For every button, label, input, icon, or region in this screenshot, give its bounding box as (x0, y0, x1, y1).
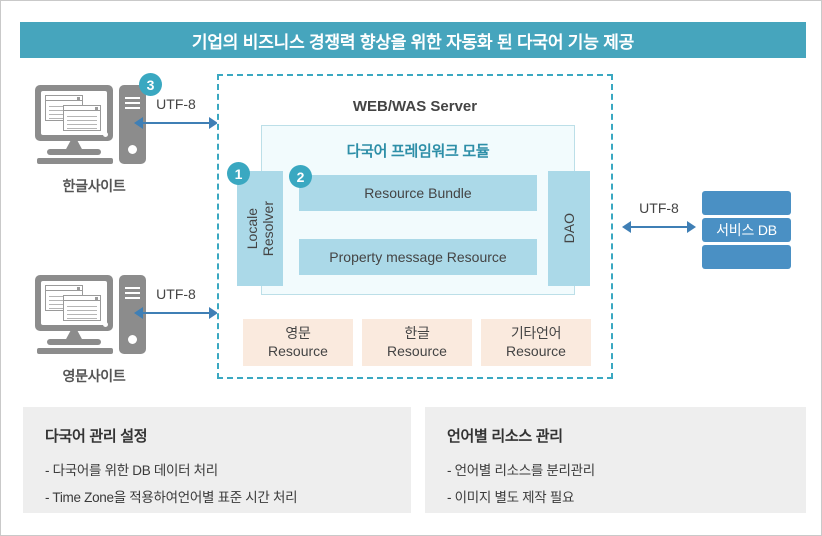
db-label: 서비스 DB (702, 218, 791, 242)
client-label-korean: 한글사이트 (62, 178, 126, 194)
language-resource-other-subtitle: Resource (506, 342, 566, 359)
panel-multilingual-settings: 다국어 관리 설정 - 다국어를 위한 DB 데이터 처리 - Time Zon… (23, 407, 411, 513)
client-label-english: 영문사이트 (62, 368, 126, 384)
language-resource-korean[interactable]: 한글 Resource (362, 319, 472, 366)
language-resource-other[interactable]: 기타언어 Resource (481, 319, 591, 366)
panel-left-item-2: - Time Zone을 적용하여언어별 표준 시간 처리 (45, 490, 298, 505)
monitor-foot (47, 149, 101, 155)
diagram-canvas: 기업의 비즈니스 경쟁력 향상을 위한 자동화 된 다국어 기능 제공 3 한글… (0, 0, 822, 536)
panel-left-item-1: - 다국어를 위한 DB 데이터 처리 (45, 463, 218, 478)
dao-box[interactable]: DAO (548, 171, 590, 286)
db-bar-top (702, 191, 791, 215)
step-badge-3: 3 (139, 73, 162, 96)
language-resource-korean-subtitle: Resource (387, 342, 447, 359)
step-badge-2: 2 (289, 165, 312, 188)
language-resource-other-title: 기타언어 (510, 325, 562, 341)
language-resource-english[interactable]: 영문 Resource (243, 319, 353, 366)
window-front-icon (63, 105, 101, 131)
monitor-screen (41, 281, 107, 325)
dao-label: DAO (560, 213, 577, 244)
property-message-resource-box[interactable]: Property message Resource (299, 239, 537, 275)
language-resource-english-subtitle: Resource (268, 342, 328, 359)
monitor-base (37, 158, 113, 164)
db-bar-bottom (702, 245, 791, 269)
panel-right-item-2: - 이미지 별도 제작 필요 (447, 490, 575, 505)
language-resource-korean-title: 한글 (404, 325, 430, 341)
arrow-label-utf8-english: UTF-8 (156, 286, 196, 302)
panel-left-title: 다국어 관리 설정 (45, 428, 148, 445)
monitor-base (37, 348, 113, 354)
arrow-label-utf8-korean: UTF-8 (156, 96, 196, 112)
panel-resource-management: 언어별 리소스 관리 - 언어별 리소스를 분리관리 - 이미지 별도 제작 필… (425, 407, 806, 513)
web-was-server-container: WEB/WAS Server 다국어 프레임워크 모듈 Locale Resolv… (217, 74, 613, 379)
panel-right-title: 언어별 리소스 관리 (447, 428, 563, 445)
page-title: 기업의 비즈니스 경쟁력 향상을 위한 자동화 된 다국어 기능 제공 (20, 22, 806, 58)
monitor-icon (35, 85, 113, 141)
panel-right-item-1: - 언어별 리소스를 분리관리 (447, 463, 595, 478)
service-database-icon[interactable]: 서비스 DB (702, 191, 791, 272)
locale-resolver-box[interactable]: Locale Resolver (237, 171, 283, 286)
resource-bundle-box[interactable]: Resource Bundle (299, 175, 537, 211)
arrow-utf8-english: UTF-8 (134, 286, 218, 326)
monitor-foot (47, 339, 101, 345)
arrow-label-utf8-db: UTF-8 (639, 200, 679, 216)
arrow-utf8-db: UTF-8 (622, 200, 696, 240)
window-front-icon (63, 295, 101, 321)
server-title: WEB/WAS Server (352, 98, 478, 115)
framework-module-title: 다국어 프레임워크 모듈 (346, 143, 490, 160)
language-resource-english-title: 영문 (285, 325, 311, 341)
monitor-screen (41, 91, 107, 135)
monitor-icon (35, 275, 113, 331)
step-badge-1: 1 (227, 162, 250, 185)
locale-resolver-label: Locale Resolver (243, 200, 276, 257)
arrow-utf8-korean: UTF-8 (134, 96, 218, 136)
